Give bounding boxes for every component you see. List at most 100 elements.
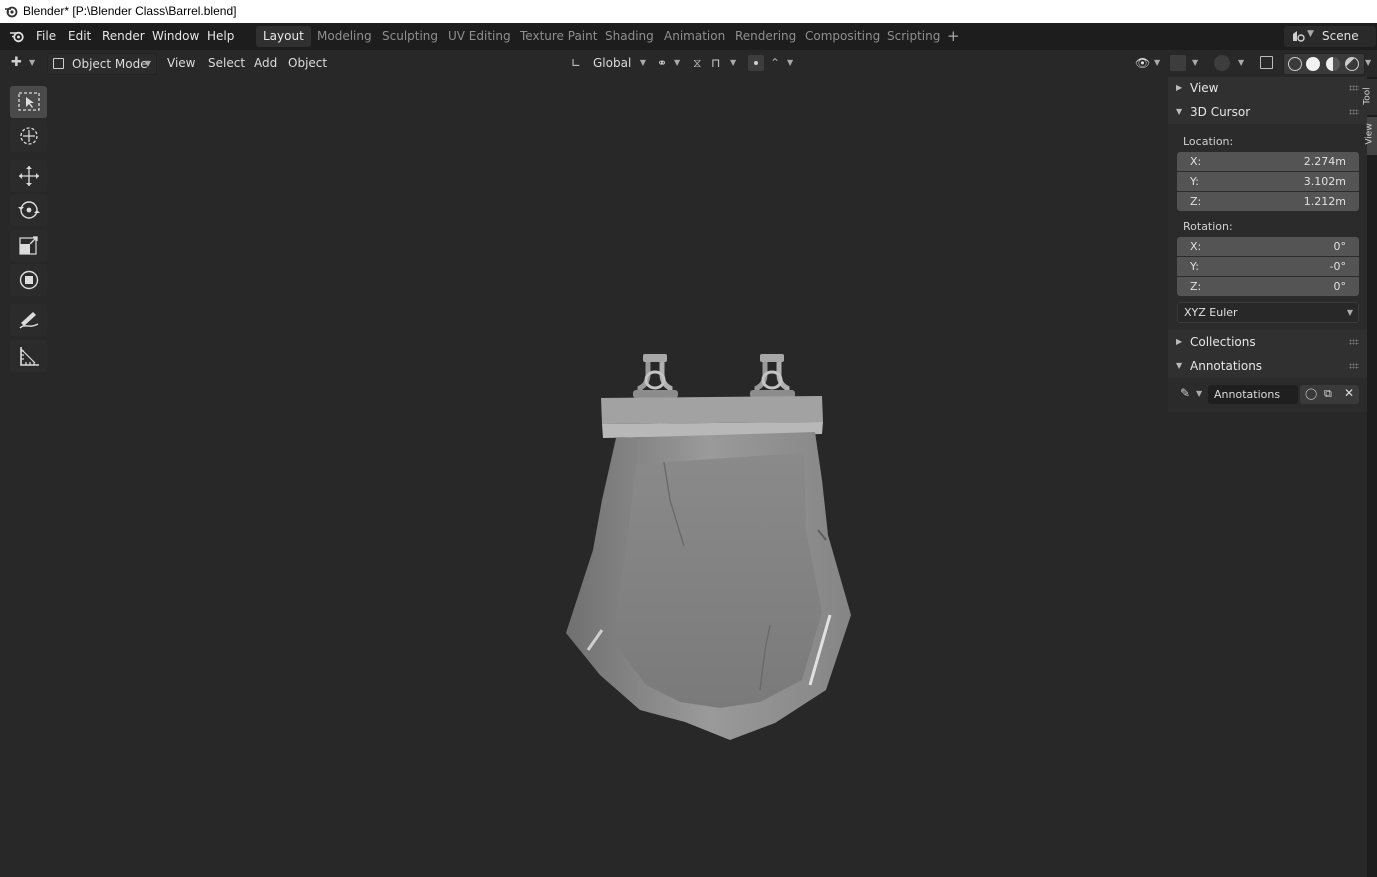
axis-label: X: (1190, 155, 1202, 168)
chevron-down-icon: ▼ (1196, 389, 1203, 398)
expanded-arrow-icon: ▼ (1176, 107, 1183, 116)
overlays-icon (1214, 55, 1230, 71)
menu-edit[interactable]: Edit (68, 29, 91, 43)
chevron-down-icon: ▼ (787, 58, 794, 67)
fake-user-shield-icon[interactable]: ◯ (1305, 387, 1317, 400)
tab-sculpting[interactable]: Sculpting (375, 26, 445, 47)
transform-icon (19, 270, 39, 290)
tool-annotate[interactable] (10, 304, 47, 336)
panel-annotations-title: Annotations (1190, 359, 1263, 373)
xray-toggle[interactable] (1258, 53, 1276, 73)
cursor-rotation-y[interactable]: Y: -0° (1177, 257, 1359, 276)
tool-scale[interactable] (10, 230, 47, 262)
window-title: Blender* [P:\Blender Class\Barrel.blend] (23, 4, 237, 18)
viewport-header: ✚ ▼ Object Mode ▼ View Select Add Object… (0, 50, 1377, 77)
tab-layout[interactable]: Layout (256, 26, 311, 47)
chevron-down-icon: ▼ (639, 58, 646, 67)
axis-label: Z: (1190, 280, 1202, 293)
field-value: 3.102m (1303, 175, 1346, 188)
solid-shading-icon[interactable] (1306, 57, 1320, 71)
gizmo-icon (1170, 55, 1186, 71)
sidebar-tabs: Tool View (1363, 77, 1377, 877)
cursor-location-z[interactable]: Z: 1.212m (1177, 192, 1359, 211)
field-value: 0° (1333, 240, 1347, 253)
tab-compositing[interactable]: Compositing (798, 26, 887, 47)
axis-label: X: (1190, 240, 1202, 253)
menu-select[interactable]: Select (202, 53, 251, 73)
menu-render[interactable]: Render (102, 29, 145, 43)
chevron-down-icon: ▼ (1307, 29, 1314, 39)
scene-icon (1293, 31, 1305, 42)
annotation-icon: ✎ (1180, 386, 1191, 400)
sidebar-tab-view-label: View (1364, 123, 1375, 145)
tool-measure[interactable] (10, 340, 47, 372)
chain-left-icon (633, 354, 678, 398)
proportional-editing[interactable]: ⌃ ▼ (748, 53, 798, 73)
menu-add[interactable]: Add (248, 53, 283, 73)
tab-scripting[interactable]: Scripting (880, 26, 947, 47)
drag-grip-icon[interactable] (1349, 109, 1359, 115)
material-shading-icon[interactable] (1326, 57, 1340, 71)
chevron-down-icon: ▼ (674, 58, 681, 67)
drag-grip-icon[interactable] (1349, 363, 1359, 369)
expanded-arrow-icon: ▼ (1176, 361, 1183, 370)
cursor-rotation-z[interactable]: Z: 0° (1177, 277, 1359, 296)
overlays-toggle[interactable]: ▼ (1214, 53, 1250, 73)
snap-controls[interactable]: ⧖ ⊓ ▼ (691, 53, 741, 73)
tab-modeling[interactable]: Modeling (310, 26, 379, 47)
drag-grip-icon[interactable] (1349, 339, 1359, 345)
tool-rotate[interactable] (10, 194, 47, 226)
tool-cursor[interactable] (10, 120, 47, 152)
menu-object[interactable]: Object (282, 53, 333, 73)
add-workspace-button[interactable]: + (940, 26, 967, 47)
scene-selector[interactable]: ▼ Scene (1284, 26, 1376, 47)
menu-file[interactable]: File (36, 29, 56, 43)
editor-type-button[interactable]: ✚ ▼ (8, 53, 40, 73)
menu-window[interactable]: Window (152, 29, 199, 43)
gizmo-toggle[interactable]: ▼ (1170, 53, 1206, 73)
menu-view[interactable]: View (161, 53, 201, 73)
cursor-location-y[interactable]: Y: 3.102m (1177, 172, 1359, 191)
tab-rendering[interactable]: Rendering (728, 26, 803, 47)
sidebar-tab-view[interactable]: View (1364, 117, 1377, 155)
mode-selector[interactable]: Object Mode ▼ (47, 53, 157, 75)
eye-icon: 👁 (1135, 56, 1151, 70)
panel-annotations-body: ✎ ▼ Annotations ◯ ⧉ ✕ (1168, 378, 1367, 412)
chevron-down-icon[interactable]: ▼ (1365, 53, 1371, 73)
duplicate-icon[interactable]: ⧉ (1324, 387, 1332, 401)
shading-modes[interactable] (1283, 53, 1365, 75)
pivot-selector[interactable]: ⚭ ▼ (654, 53, 684, 73)
annotation-layer-name-field[interactable]: Annotations (1208, 385, 1298, 404)
cursor-location-x[interactable]: X: 2.274m (1177, 152, 1359, 171)
tab-animation[interactable]: Animation (657, 26, 732, 47)
rendered-shading-icon[interactable] (1345, 57, 1359, 71)
blender-menu-icon[interactable] (9, 29, 25, 43)
tool-move[interactable] (10, 160, 47, 192)
axis-label: Y: (1190, 260, 1199, 273)
visibility-selector[interactable]: 👁 ▼ (1133, 53, 1163, 73)
rotate-icon (18, 201, 40, 219)
rotation-mode-dropdown[interactable]: XYZ Euler ▼ (1177, 302, 1359, 323)
tool-shelf (8, 83, 49, 375)
tool-select-box[interactable] (10, 86, 47, 118)
annotate-icon (19, 312, 39, 329)
drag-grip-icon[interactable] (1349, 85, 1359, 91)
hanging-sign-model[interactable] (560, 350, 860, 750)
orientation-selector[interactable]: ∟ Global ▼ (568, 53, 648, 73)
annotation-layer-browse[interactable]: ✎ ▼ (1178, 385, 1206, 404)
tool-transform[interactable] (10, 264, 47, 296)
panel-annotations-header[interactable]: ▼ Annotations (1168, 355, 1367, 377)
sidebar-tab-tool[interactable]: Tool (1363, 79, 1377, 115)
panel-collections-header[interactable]: ▶ Collections (1168, 331, 1367, 353)
wireframe-shading-icon[interactable] (1288, 57, 1302, 71)
close-icon[interactable]: ✕ (1344, 386, 1354, 400)
panel-view-header[interactable]: ▶ View (1168, 77, 1367, 99)
cursor-rotation-x[interactable]: X: 0° (1177, 237, 1359, 256)
axis-label: Z: (1190, 195, 1202, 208)
tab-texture-paint[interactable]: Texture Paint (513, 26, 604, 47)
tab-uv-editing[interactable]: UV Editing (441, 26, 518, 47)
panel-3d-cursor-header[interactable]: ▼ 3D Cursor (1168, 101, 1367, 123)
tab-shading[interactable]: Shading (598, 26, 661, 47)
menu-help[interactable]: Help (207, 29, 234, 43)
axis-label: Y: (1190, 175, 1199, 188)
